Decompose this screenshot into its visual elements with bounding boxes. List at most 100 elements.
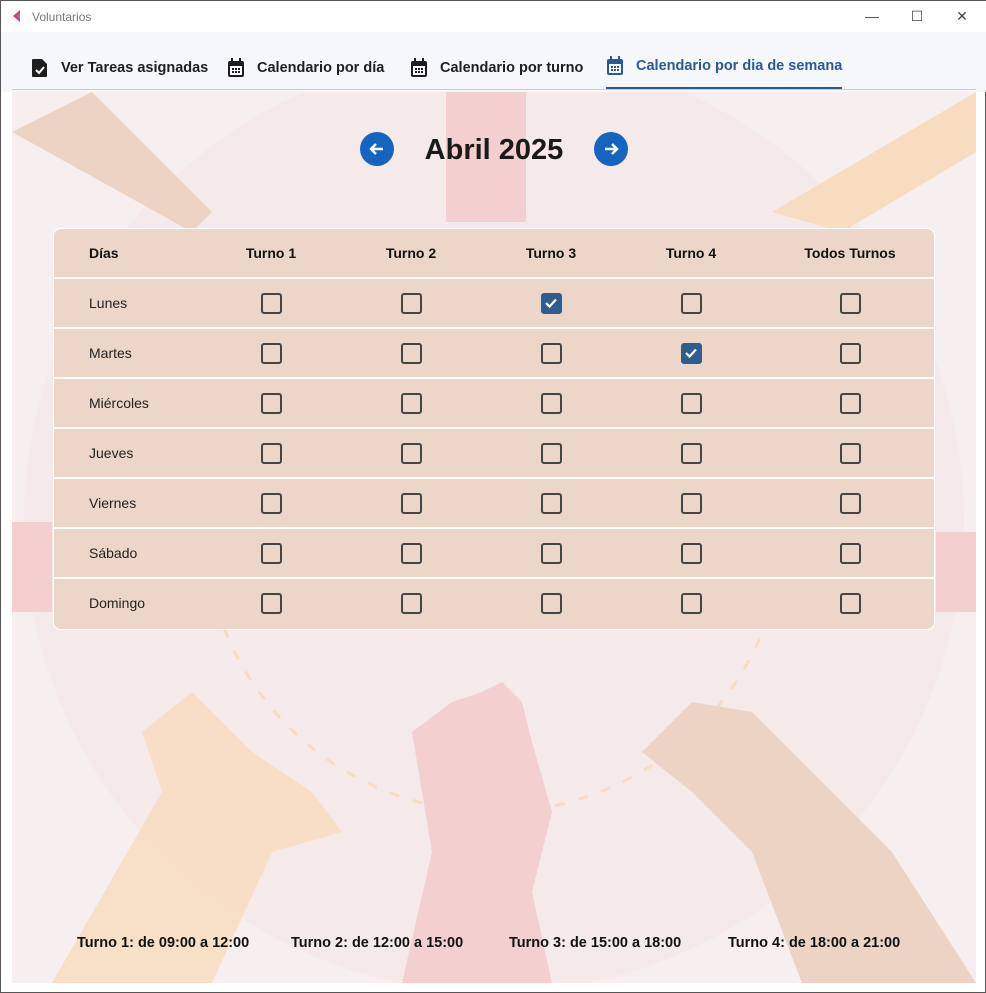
day-label: Lunes bbox=[89, 295, 128, 311]
cell bbox=[539, 329, 563, 377]
cell bbox=[679, 329, 703, 377]
shift-checkbox[interactable] bbox=[400, 392, 422, 414]
shift-checkbox[interactable] bbox=[260, 342, 282, 364]
tab-bar: Ver Tareas asignadas Calendario por día … bbox=[1, 32, 986, 92]
maximize-button[interactable]: ☐ bbox=[902, 5, 932, 27]
checkmark-icon bbox=[685, 348, 697, 359]
cell bbox=[679, 379, 703, 427]
shift-checkbox[interactable] bbox=[400, 292, 422, 314]
table-row: Sábado bbox=[54, 529, 934, 579]
all-shifts-checkbox[interactable] bbox=[839, 442, 861, 464]
day-label: Miércoles bbox=[89, 395, 149, 411]
shift-checkbox[interactable] bbox=[680, 442, 702, 464]
cell bbox=[838, 279, 862, 327]
tab-label: Calendario por dia de semana bbox=[636, 58, 843, 74]
column-header: Días bbox=[89, 245, 119, 261]
shift-checkbox[interactable] bbox=[260, 442, 282, 464]
all-shifts-checkbox[interactable] bbox=[839, 592, 861, 614]
cell bbox=[259, 379, 283, 427]
all-shifts-checkbox[interactable] bbox=[839, 492, 861, 514]
cell bbox=[399, 479, 423, 527]
cell bbox=[399, 429, 423, 477]
cell bbox=[838, 479, 862, 527]
shift-checkbox[interactable] bbox=[680, 342, 702, 364]
cell bbox=[259, 329, 283, 377]
shift-checkbox[interactable] bbox=[680, 542, 702, 564]
tab-calendario-dia[interactable]: Calendario por día bbox=[227, 45, 384, 90]
cell bbox=[259, 279, 283, 327]
cell bbox=[399, 379, 423, 427]
cell bbox=[679, 279, 703, 327]
column-header: Turno 4 bbox=[665, 245, 717, 261]
tab-label: Calendario por día bbox=[257, 59, 385, 76]
cell bbox=[838, 529, 862, 577]
table-row: Viernes bbox=[54, 479, 934, 529]
next-month-button[interactable] bbox=[594, 132, 628, 166]
shift-checkbox[interactable] bbox=[400, 442, 422, 464]
shift-checkbox[interactable] bbox=[400, 542, 422, 564]
shift-checkbox[interactable] bbox=[260, 592, 282, 614]
window-title: Voluntarios bbox=[32, 10, 92, 24]
cell bbox=[259, 429, 283, 477]
column-header: Todos Turnos bbox=[804, 245, 896, 261]
shift-checkbox[interactable] bbox=[400, 342, 422, 364]
tab-calendario-semana[interactable]: Calendario por dia de semana bbox=[606, 45, 843, 90]
app-logo-icon bbox=[13, 10, 20, 22]
shift-checkbox[interactable] bbox=[260, 292, 282, 314]
cell bbox=[838, 579, 862, 627]
calendar-icon bbox=[228, 57, 244, 77]
shift-checkbox[interactable] bbox=[260, 492, 282, 514]
cell bbox=[539, 479, 563, 527]
cell bbox=[259, 479, 283, 527]
arrow-right-icon bbox=[605, 143, 619, 155]
prev-month-button[interactable] bbox=[360, 132, 394, 166]
shift-checkbox[interactable] bbox=[540, 342, 562, 364]
cell bbox=[679, 529, 703, 577]
table-row: Miércoles bbox=[54, 379, 934, 429]
file-check-icon bbox=[32, 58, 47, 77]
shift-checkbox[interactable] bbox=[540, 492, 562, 514]
all-shifts-checkbox[interactable] bbox=[839, 392, 861, 414]
shift-checkbox[interactable] bbox=[540, 392, 562, 414]
column-header: Turno 2 bbox=[385, 245, 437, 261]
tab-divider bbox=[12, 89, 976, 90]
shift-checkbox[interactable] bbox=[540, 292, 562, 314]
table-header-row: Días Turno 1 Turno 2 Turno 3 Turno 4 Tod… bbox=[54, 229, 934, 279]
shift-legend: Turno 1: de 09:00 a 12:00 bbox=[77, 935, 250, 951]
cell bbox=[539, 529, 563, 577]
shift-checkbox[interactable] bbox=[680, 292, 702, 314]
shift-checkbox[interactable] bbox=[400, 492, 422, 514]
month-header: Abril 2025 bbox=[12, 132, 976, 170]
all-shifts-checkbox[interactable] bbox=[839, 342, 861, 364]
cell bbox=[399, 579, 423, 627]
cell bbox=[539, 279, 563, 327]
tab-calendario-turno[interactable]: Calendario por turno bbox=[410, 45, 583, 90]
shift-checkbox[interactable] bbox=[540, 442, 562, 464]
table-row: Jueves bbox=[54, 429, 934, 479]
minimize-button[interactable]: — bbox=[857, 5, 887, 27]
title-bar: Voluntarios — ☐ ✕ bbox=[1, 1, 986, 32]
shift-checkbox[interactable] bbox=[260, 392, 282, 414]
cell bbox=[539, 579, 563, 627]
shift-checkbox[interactable] bbox=[680, 392, 702, 414]
cell bbox=[539, 379, 563, 427]
shift-checkbox[interactable] bbox=[540, 592, 562, 614]
table-row: Lunes bbox=[54, 279, 934, 329]
cell bbox=[679, 579, 703, 627]
arrow-left-icon bbox=[369, 143, 383, 155]
shift-legend: Turno 3: de 15:00 a 18:00 bbox=[509, 935, 682, 951]
shift-checkbox[interactable] bbox=[540, 542, 562, 564]
shift-checkbox[interactable] bbox=[680, 592, 702, 614]
calendar-icon bbox=[411, 57, 427, 77]
column-header: Turno 3 bbox=[525, 245, 577, 261]
tab-ver-tareas[interactable]: Ver Tareas asignadas bbox=[31, 45, 208, 90]
shift-checkbox[interactable] bbox=[260, 542, 282, 564]
day-label: Viernes bbox=[89, 495, 137, 511]
content-area: Abril 2025 Días Turno 1 Turno 2 Turno 3 … bbox=[12, 92, 976, 983]
shift-checkbox[interactable] bbox=[400, 592, 422, 614]
cell bbox=[399, 329, 423, 377]
close-button[interactable]: ✕ bbox=[947, 5, 977, 27]
all-shifts-checkbox[interactable] bbox=[839, 292, 861, 314]
shift-checkbox[interactable] bbox=[680, 492, 702, 514]
all-shifts-checkbox[interactable] bbox=[839, 542, 861, 564]
